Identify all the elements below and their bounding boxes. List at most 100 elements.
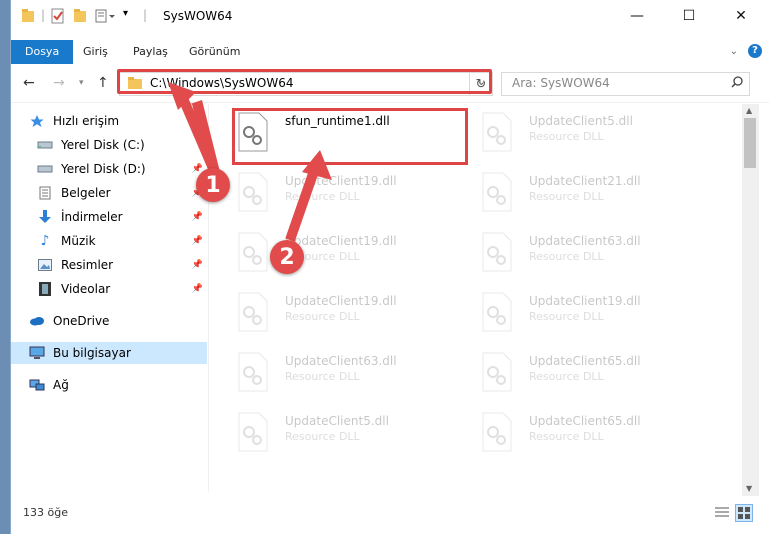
new-folder-icon[interactable] [73, 8, 87, 24]
pin-icon: 📌 [191, 212, 203, 222]
sidebar-item-downloads[interactable]: İndirmeler 📌 [11, 206, 207, 228]
sidebar-item-local-disk-c[interactable]: Yerel Disk (C:) [11, 134, 207, 156]
file-type: Resource DLL [529, 130, 604, 143]
dll-file-icon [237, 292, 269, 332]
download-icon [37, 209, 53, 225]
forward-arrow-icon[interactable]: → [53, 75, 65, 91]
scroll-up-icon[interactable]: ▲ [746, 106, 752, 115]
close-button[interactable]: ✕ [718, 0, 764, 32]
sidebar-item-local-disk-d[interactable]: Yerel Disk (D:) 📌 [11, 158, 207, 180]
recent-locations-icon[interactable]: ▾ [79, 78, 84, 88]
file-item[interactable]: UpdateClient19.dll Resource DLL [459, 286, 689, 342]
sidebar-item-onedrive[interactable]: OneDrive [11, 310, 207, 332]
file-type: Resource DLL [285, 310, 360, 323]
window-title: SysWOW64 [163, 9, 233, 23]
sidebar-item-label: Bu bilgisayar [53, 346, 131, 360]
file-type: Resource DLL [285, 370, 360, 383]
sidebar-item-label: İndirmeler [61, 210, 123, 224]
tab-dosya[interactable]: Dosya [11, 40, 74, 64]
customize-toolbar-icon[interactable] [95, 8, 117, 24]
file-item[interactable]: UpdateClient21.dll Resource DLL [459, 166, 689, 222]
file-name: UpdateClient19.dll [285, 174, 397, 188]
file-name: UpdateClient19.dll [285, 234, 397, 248]
sidebar-item-quick-access[interactable]: Hızlı erişim [11, 110, 207, 132]
dll-file-icon [237, 232, 269, 272]
file-name: UpdateClient65.dll [529, 354, 641, 368]
sidebar-item-videos[interactable]: Videolar 📌 [11, 278, 207, 300]
tab-gorunum[interactable]: Görünüm [179, 40, 250, 64]
sidebar-item-network[interactable]: Ağ [11, 374, 207, 396]
step-badge-1: 1 [196, 168, 230, 202]
dll-file-icon [237, 172, 269, 212]
maximize-button[interactable]: ☐ [666, 0, 712, 32]
separator: | [143, 8, 148, 22]
expand-ribbon-icon[interactable]: ⌄ [730, 46, 738, 57]
tiles-view-icon[interactable] [735, 504, 753, 522]
scroll-down-icon[interactable]: ▼ [746, 484, 752, 493]
sidebar-item-label: Yerel Disk (C:) [61, 138, 145, 152]
details-view-icon[interactable] [714, 504, 730, 520]
file-item[interactable]: UpdateClient5.dll Resource DLL [459, 106, 689, 162]
search-icon[interactable] [731, 76, 743, 91]
file-item[interactable]: UpdateClient19.dll Resource DLL [215, 226, 445, 282]
video-icon [37, 281, 53, 297]
search-input[interactable]: Ara: SysWOW64 [501, 72, 750, 96]
file-name: UpdateClient19.dll [285, 294, 397, 308]
file-item[interactable]: UpdateClient5.dll Resource DLL [215, 406, 445, 462]
file-type: Resource DLL [529, 370, 604, 383]
pin-icon: 📌 [191, 236, 203, 246]
sidebar-item-label: Belgeler [61, 186, 111, 200]
file-item[interactable]: UpdateClient63.dll Resource DLL [215, 346, 445, 402]
sidebar-item-label: Ağ [53, 378, 69, 392]
address-highlight-box [117, 69, 492, 94]
computer-icon [29, 345, 45, 361]
dll-file-icon [481, 112, 513, 152]
drive-icon [37, 137, 53, 153]
file-name: UpdateClient63.dll [529, 234, 641, 248]
documents-icon [37, 185, 53, 201]
file-item[interactable]: UpdateClient63.dll Resource DLL [459, 226, 689, 282]
sidebar-item-label: Yerel Disk (D:) [61, 162, 146, 176]
file-name: UpdateClient5.dll [529, 114, 633, 128]
separator: | [41, 8, 46, 22]
status-bar: 133 öğe [11, 496, 769, 534]
minimize-button[interactable]: — [614, 0, 660, 32]
dll-file-icon [481, 292, 513, 332]
explorer-window: | ▾ | SysWOW64 — ☐ ✕ Dosya Giriş Paylaş … [10, 0, 769, 534]
tab-giris[interactable]: Giriş [73, 40, 118, 64]
sidebar-item-documents[interactable]: Belgeler 📌 [11, 182, 207, 204]
sidebar-item-label: Müzik [61, 234, 96, 248]
pin-icon: 📌 [191, 260, 203, 270]
file-item[interactable]: UpdateClient19.dll Resource DLL [215, 166, 445, 222]
cloud-icon [29, 313, 45, 329]
sidebar-item-music[interactable]: ♪ Müzik 📌 [11, 230, 207, 252]
file-type: Resource DLL [529, 430, 604, 443]
quick-access-dropdown-icon[interactable]: ▾ [123, 8, 128, 24]
file-item[interactable]: UpdateClient65.dll Resource DLL [459, 346, 689, 402]
sidebar-item-label: OneDrive [53, 314, 110, 328]
help-icon[interactable]: ? [748, 44, 762, 58]
file-item[interactable]: UpdateClient19.dll Resource DLL [215, 286, 445, 342]
scrollbar-thumb[interactable] [744, 118, 756, 168]
ribbon: Dosya Giriş Paylaş Görünüm ⌄ ? [11, 32, 769, 64]
file-type: Resource DLL [529, 250, 604, 263]
dll-file-icon [481, 412, 513, 452]
up-arrow-icon[interactable]: ↑ [97, 75, 109, 91]
sidebar-item-label: Hızlı erişim [53, 114, 120, 128]
dll-file-icon [237, 352, 269, 392]
navigation-pane: Hızlı erişim Yerel Disk (C:) Yerel Disk … [11, 104, 207, 492]
file-type: Resource DLL [285, 430, 360, 443]
back-arrow-icon[interactable]: ← [23, 75, 35, 91]
step-badge-2: 2 [270, 240, 304, 274]
sidebar-item-pictures[interactable]: Resimler 📌 [11, 254, 207, 276]
file-item[interactable]: UpdateClient65.dll Resource DLL [459, 406, 689, 462]
drive-icon [37, 161, 53, 177]
sidebar-item-label: Videolar [61, 282, 111, 296]
properties-icon[interactable] [51, 8, 65, 24]
file-highlight-box [232, 108, 468, 165]
tab-paylas[interactable]: Paylaş [123, 40, 178, 64]
vertical-scrollbar[interactable]: ▲ ▼ [742, 104, 759, 496]
file-type: Resource DLL [529, 190, 604, 203]
sidebar-item-this-pc[interactable]: Bu bilgisayar [11, 342, 207, 364]
file-type: Resource DLL [285, 190, 360, 203]
